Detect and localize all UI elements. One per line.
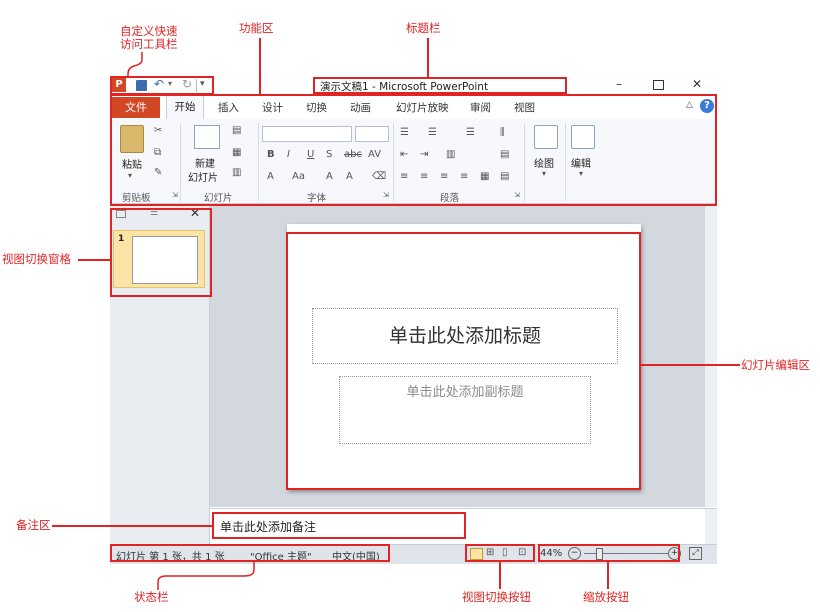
close-button[interactable]: ✕ bbox=[692, 77, 702, 91]
view-pane-highlight-box bbox=[110, 208, 212, 297]
annotation-notes: 备注区 bbox=[16, 518, 51, 532]
annotation-view-pane: 视图切换窗格 bbox=[2, 252, 71, 266]
status-highlight-box bbox=[110, 544, 390, 562]
annotation-ribbon: 功能区 bbox=[239, 21, 274, 35]
qat-highlight-box bbox=[110, 76, 214, 95]
notes-scrollbar[interactable] bbox=[705, 509, 717, 545]
view-buttons-highlight-box bbox=[465, 544, 535, 562]
minimize-button[interactable]: – bbox=[616, 77, 622, 91]
annotation-status-bar: 状态栏 bbox=[134, 590, 169, 604]
fit-to-window-icon[interactable]: ⤢ bbox=[689, 547, 702, 560]
vertical-scrollbar[interactable] bbox=[705, 204, 717, 507]
leader-line-titlebar bbox=[427, 38, 429, 77]
leader-line-ribbon bbox=[259, 38, 261, 94]
slide-highlight-box bbox=[286, 232, 641, 490]
leader-line-qat bbox=[127, 52, 143, 78]
zoom-highlight-box bbox=[538, 544, 680, 562]
notes-highlight-box bbox=[212, 512, 466, 539]
maximize-button[interactable] bbox=[653, 80, 664, 90]
leader-line-zoom bbox=[607, 562, 609, 589]
leader-line-view-buttons bbox=[499, 562, 501, 589]
titlebar-highlight-box bbox=[313, 77, 567, 94]
leader-line-slide-edit bbox=[641, 364, 740, 366]
annotation-slide-edit: 幻灯片编辑区 bbox=[741, 358, 810, 372]
leader-line-view-pane bbox=[78, 259, 110, 261]
ribbon-highlight-box bbox=[110, 94, 717, 206]
leader-line-status bbox=[157, 562, 255, 590]
annotation-titlebar: 标题栏 bbox=[406, 21, 441, 35]
annotation-view-buttons: 视图切换按钮 bbox=[462, 590, 531, 604]
annotation-qat-line2: 访问工具栏 bbox=[120, 37, 178, 51]
leader-line-notes bbox=[52, 525, 212, 527]
annotation-qat-line1: 自定义快速 bbox=[120, 24, 178, 38]
annotation-zoom: 缩放按钮 bbox=[583, 590, 629, 604]
